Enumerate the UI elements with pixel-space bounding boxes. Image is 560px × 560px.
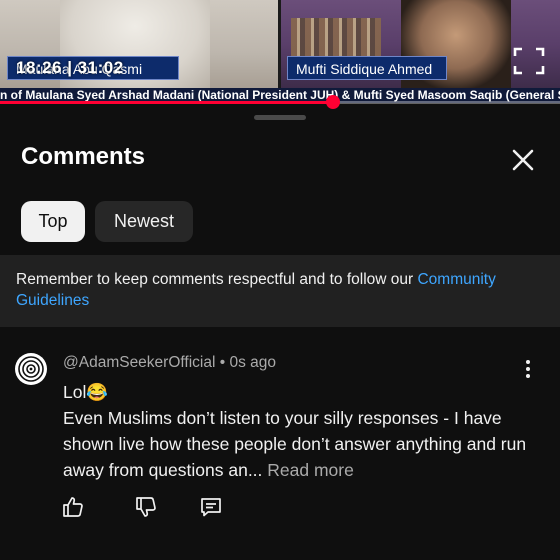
close-icon[interactable] <box>508 145 538 175</box>
progress-bar[interactable] <box>0 101 560 104</box>
video-player[interactable]: Maulana Abu Qasmi Mufti Siddique Ahmed 1… <box>0 0 560 103</box>
thumbs-down-icon[interactable] <box>134 495 158 519</box>
progress-fill <box>0 101 333 104</box>
comment-author[interactable]: @AdamSeekerOfficial <box>63 354 215 371</box>
panel-title: Comments <box>21 143 146 170</box>
drag-handle[interactable] <box>254 115 306 120</box>
fullscreen-icon[interactable] <box>512 46 546 76</box>
comment-actions <box>0 495 560 525</box>
notice-text: Remember to keep comments respectful and… <box>16 271 418 288</box>
reply-icon[interactable] <box>199 495 223 519</box>
video-timestamp: 18:26 | 31:02 <box>16 58 124 77</box>
read-more-link[interactable]: Read more <box>267 460 354 480</box>
name-tag-right: Mufti Siddique Ahmed <box>287 56 447 80</box>
scrubber-handle[interactable] <box>325 95 340 109</box>
community-notice: Remember to keep comments respectful and… <box>0 255 560 327</box>
comment-meta: @AdamSeekerOfficial • 0s ago <box>63 354 276 372</box>
avatar[interactable] <box>15 353 47 385</box>
more-vert-icon[interactable] <box>520 359 536 379</box>
meta-separator: • <box>219 354 226 371</box>
comment-line1: Lol😂 <box>63 382 109 402</box>
comment-body: Lol😂 Even Muslims don’t listen to your s… <box>63 379 533 483</box>
tab-top[interactable]: Top <box>21 201 85 242</box>
tab-newest[interactable]: Newest <box>95 201 193 242</box>
comment-time: 0s ago <box>229 354 277 371</box>
thumbs-up-icon[interactable] <box>61 495 85 519</box>
